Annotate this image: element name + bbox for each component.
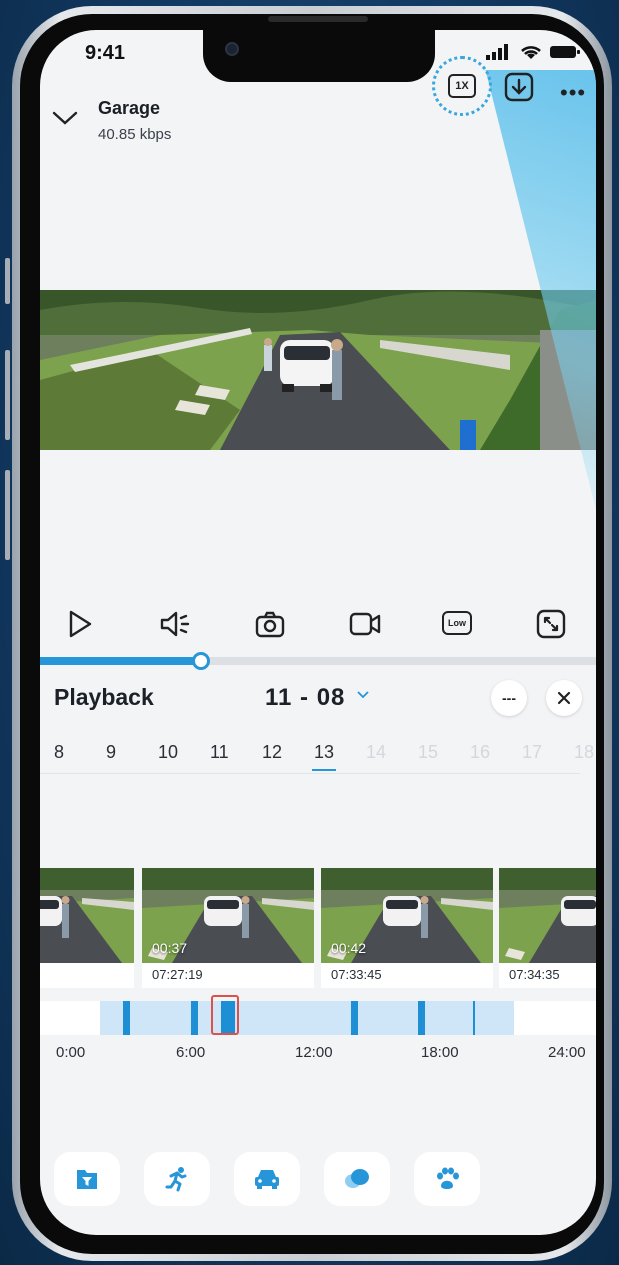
car-icon xyxy=(252,1165,282,1193)
speaker-grille xyxy=(268,16,368,22)
close-button[interactable] xyxy=(546,680,582,716)
hour-label: 6:00 xyxy=(176,1044,206,1061)
day-13[interactable]: 13 xyxy=(311,742,337,771)
status-time: 9:41 xyxy=(85,42,126,64)
filter-folder-icon xyxy=(73,1165,101,1193)
day-10[interactable]: 10 xyxy=(158,742,178,763)
clip-preview-image xyxy=(40,868,134,963)
timeline-event-marker[interactable] xyxy=(123,1001,130,1035)
player-controls: Low xyxy=(40,605,596,645)
timeline-event-marker[interactable] xyxy=(473,1001,475,1035)
timeline-event-marker[interactable] xyxy=(418,1001,425,1035)
fullscreen-icon[interactable] xyxy=(536,609,566,639)
day-14: 14 xyxy=(366,742,387,762)
play-icon[interactable] xyxy=(66,609,94,639)
quality-low-button[interactable]: Low xyxy=(442,611,472,635)
clip-thumbnail[interactable] xyxy=(40,868,134,988)
battery-icon xyxy=(550,46,580,58)
day-15: 15 xyxy=(418,742,439,762)
clip-thumbnail[interactable]: 00:42 07:33:45 xyxy=(321,868,493,988)
playback-date[interactable]: 11 - 08 xyxy=(265,684,345,712)
playback-title: Playback xyxy=(54,684,154,710)
timeline-event-marker[interactable] xyxy=(191,1001,198,1035)
timeline-recording-band xyxy=(100,1001,514,1035)
volume-down-button xyxy=(5,470,10,560)
mute-switch xyxy=(5,258,10,304)
playback-more-button[interactable]: --- xyxy=(491,680,527,716)
status-icons xyxy=(486,44,580,60)
motion-blob-icon xyxy=(342,1165,372,1193)
signal-icon xyxy=(486,44,508,60)
day-12[interactable]: 12 xyxy=(262,742,282,763)
day-selector: 8 9 10 11 12 13 14 15 16 17 18 xyxy=(40,742,594,774)
filter-folder-filter-button[interactable] xyxy=(54,1152,120,1206)
progress-fill xyxy=(40,657,202,665)
front-camera-icon xyxy=(225,42,239,56)
speed-label: 1X xyxy=(448,74,476,98)
clip-thumbnails: 00:37 07:27:19 00:42 07:33:45 07:34:35 xyxy=(40,868,596,988)
person-running-icon xyxy=(163,1165,191,1193)
pet-paw-filter-button[interactable] xyxy=(414,1152,480,1206)
playback-progress[interactable] xyxy=(40,652,596,670)
record-video-icon[interactable] xyxy=(348,609,382,639)
camera-name: Garage xyxy=(98,98,161,118)
hour-label: 12:00 xyxy=(295,1044,333,1061)
volume-up-button xyxy=(5,350,10,440)
clip-timestamp: 07:33:45 xyxy=(331,967,382,982)
day-11[interactable]: 11 xyxy=(210,742,229,763)
clip-duration: 00:42 xyxy=(331,940,367,956)
camera-bitrate: 40.85 kbps xyxy=(98,126,172,143)
speaker-icon[interactable] xyxy=(158,609,192,639)
day-16: 16 xyxy=(470,742,491,762)
video-player[interactable] xyxy=(40,290,596,450)
event-filter-bar xyxy=(40,1152,596,1208)
timeline-event-marker[interactable] xyxy=(351,1001,358,1035)
person-running-filter-button[interactable] xyxy=(144,1152,210,1206)
timeline-hour-labels: 0:00 6:00 12:00 18:00 24:00 xyxy=(40,1044,596,1064)
hour-label: 0:00 xyxy=(56,1044,86,1061)
snapshot-camera-icon[interactable] xyxy=(254,609,286,639)
car-filter-button[interactable] xyxy=(234,1152,300,1206)
close-icon xyxy=(557,691,571,705)
garage-camera-feed xyxy=(40,290,596,450)
hour-label: 24:00 xyxy=(548,1044,586,1061)
chevron-down-icon[interactable] xyxy=(356,690,370,700)
pet-paw-icon xyxy=(433,1165,461,1193)
chevron-down-icon[interactable] xyxy=(52,110,78,126)
wifi-icon xyxy=(521,46,541,59)
day-9[interactable]: 9 xyxy=(106,742,116,763)
clip-thumbnail[interactable]: 00:37 07:27:19 xyxy=(142,868,314,988)
clip-preview-image xyxy=(499,868,596,963)
more-options-icon[interactable]: ••• xyxy=(560,80,586,106)
day-8[interactable]: 8 xyxy=(54,742,64,763)
day-18: 18 xyxy=(574,742,595,762)
notch xyxy=(203,30,435,82)
clip-timestamp: 07:34:35 xyxy=(509,967,560,982)
progress-knob[interactable] xyxy=(192,652,211,670)
clip-duration: 00:37 xyxy=(152,940,188,956)
hour-label: 18:00 xyxy=(421,1044,459,1061)
clip-thumbnail[interactable]: 07:34:35 xyxy=(499,868,596,988)
day-17: 17 xyxy=(522,742,543,762)
motion-blob-filter-button[interactable] xyxy=(324,1152,390,1206)
download-icon[interactable] xyxy=(504,72,534,102)
timeline-scrubber[interactable] xyxy=(40,995,596,1035)
clip-timestamp: 07:27:19 xyxy=(152,967,203,982)
app-screen: 9:41 Garage 40.85 kbps 1X ••• Low Playba… xyxy=(40,30,596,1235)
timeline-cursor[interactable] xyxy=(211,995,239,1035)
playback-speed-button[interactable]: 1X xyxy=(432,56,492,116)
